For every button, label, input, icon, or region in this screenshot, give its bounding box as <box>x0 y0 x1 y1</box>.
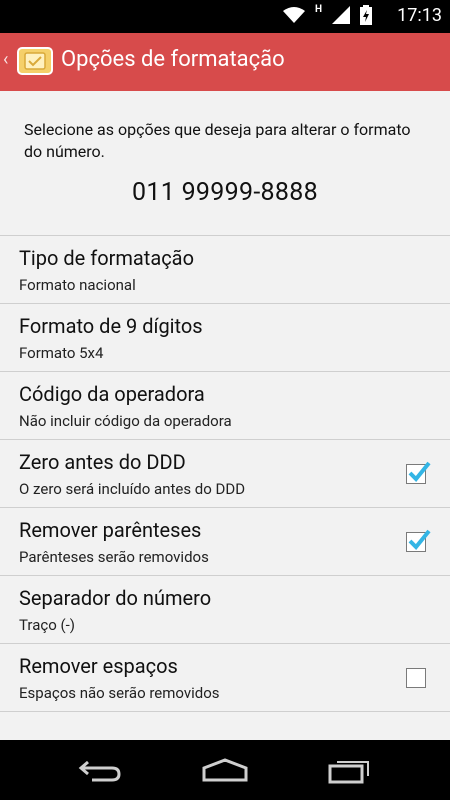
parenteses-checkbox[interactable] <box>406 529 431 552</box>
pref-remover-parenteses[interactable]: Remover parênteses Parênteses serão remo… <box>0 507 450 575</box>
pref-title: Formato de 9 dígitos <box>19 314 203 338</box>
checkmark-icon <box>408 529 431 550</box>
app-icon[interactable] <box>16 44 54 78</box>
up-caret-icon[interactable]: ‹ <box>3 49 8 70</box>
action-bar: ‹ Opções de formatação <box>0 33 450 91</box>
pref-codigo-operadora[interactable]: Código da operadora Não incluir código d… <box>0 371 450 439</box>
pref-formato-9-digitos[interactable]: Formato de 9 dígitos Formato 5x4 <box>0 303 450 371</box>
pref-summary: Não incluir código da operadora <box>19 412 232 430</box>
status-time: 17:13 <box>397 5 442 26</box>
pref-title: Tipo de formatação <box>19 246 194 270</box>
description-text: Selecione as opções que deseja para alte… <box>24 120 411 161</box>
pref-remover-espacos[interactable]: Remover espaços Espaços não serão removi… <box>0 643 450 712</box>
page-title: Opções de formatação <box>61 47 285 72</box>
pref-title: Zero antes do DDD <box>19 450 186 474</box>
wifi-icon <box>282 7 305 23</box>
espacos-checkbox[interactable] <box>406 668 426 688</box>
status-icons: H <box>282 3 372 25</box>
pref-summary: Espaços não serão removidos <box>19 684 220 702</box>
home-icon[interactable] <box>202 758 248 782</box>
navigation-bar <box>0 740 450 800</box>
pref-summary: Parênteses serão removidos <box>19 548 209 566</box>
recents-icon[interactable] <box>328 758 372 784</box>
pref-title: Remover parênteses <box>19 518 202 542</box>
pref-summary: Traço (-) <box>19 616 75 634</box>
pref-summary: Formato 5x4 <box>19 344 104 362</box>
status-bar: H 17:13 <box>0 0 450 33</box>
checkmark-icon <box>408 461 431 482</box>
zero-ddd-checkbox[interactable] <box>406 461 431 484</box>
pref-summary: Formato nacional <box>19 276 136 294</box>
pref-title: Remover espaços <box>19 654 178 678</box>
pref-separador-numero[interactable]: Separador do número Traço (-) <box>0 575 450 643</box>
number-preview: 011 99999-8888 <box>132 178 318 207</box>
pref-summary: O zero será incluído antes do DDD <box>19 480 246 498</box>
pref-zero-antes-ddd[interactable]: Zero antes do DDD O zero será incluído a… <box>0 439 450 507</box>
preferences-list: Tipo de formatação Formato nacional Form… <box>0 235 450 712</box>
battery-icon <box>360 5 372 25</box>
signal-icon <box>332 6 350 24</box>
back-icon[interactable] <box>78 758 122 782</box>
settings-content: Selecione as opções que deseja para alte… <box>0 91 450 740</box>
network-h-icon: H <box>314 3 322 15</box>
pref-title: Código da operadora <box>19 382 205 406</box>
pref-title: Separador do número <box>19 586 212 610</box>
pref-tipo-formatacao[interactable]: Tipo de formatação Formato nacional <box>0 235 450 303</box>
